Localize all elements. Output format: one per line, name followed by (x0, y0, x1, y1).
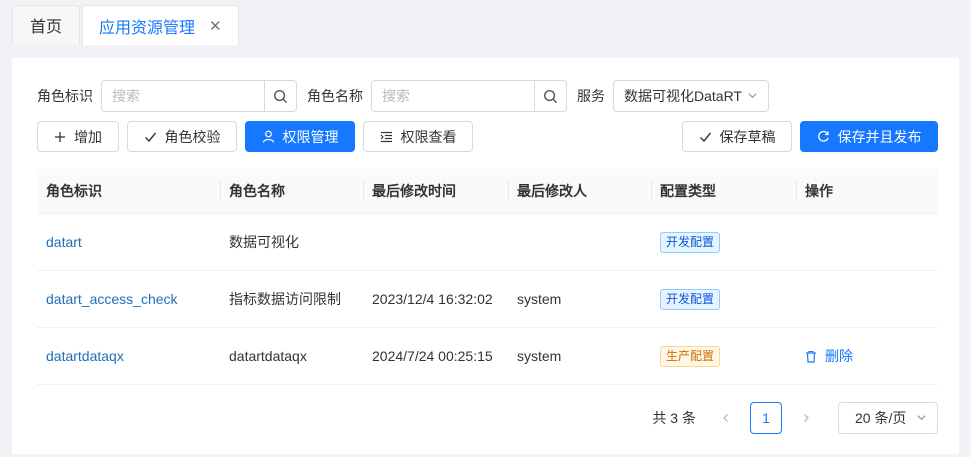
chevron-right-icon (804, 414, 809, 422)
tab-app-resource[interactable]: 应用资源管理 ✕ (82, 5, 239, 45)
col-role-id: 角色标识 (46, 183, 102, 199)
table-row: datartdataqx datartdataqx 2024/7/24 00:2… (37, 328, 938, 385)
save-publish-button[interactable]: 保存并且发布 (800, 121, 938, 152)
table-header: 角色标识 角色名称 最后修改时间 最后修改人 配置类型 操作 (37, 169, 938, 214)
col-config-type: 配置类型 (651, 179, 796, 201)
check-icon (144, 131, 157, 143)
page-size-select[interactable]: 20 条/页 (838, 402, 938, 434)
permission-manage-label: 权限管理 (282, 128, 339, 145)
permission-view-button[interactable]: 权限查看 (363, 121, 473, 152)
col-modified-time: 最后修改时间 (363, 179, 508, 201)
close-icon[interactable]: ✕ (209, 17, 222, 35)
filter-bar: 角色标识 角色名称 服务 数据可视化DataRT (37, 80, 769, 112)
table-row: datart 数据可视化 开发配置 (37, 214, 938, 271)
trash-icon (805, 350, 817, 363)
config-type-tag: 生产配置 (660, 345, 721, 367)
pagination: 共 3 条 1 20 条/页 (652, 402, 938, 434)
tab-app-resource-label: 应用资源管理 (99, 19, 196, 37)
permission-manage-button[interactable]: 权限管理 (245, 121, 355, 152)
check-icon (699, 131, 712, 143)
role-name-search-input[interactable] (372, 81, 534, 111)
role-id-label: 角色标识 (37, 88, 93, 104)
add-button[interactable]: 增加 (37, 121, 119, 152)
role-name-cell: datartdataqx (229, 348, 307, 364)
role-name-search (371, 80, 567, 112)
role-id-link[interactable]: datartdataqx (46, 348, 124, 364)
next-page-button[interactable] (790, 402, 822, 434)
roles-table: 角色标识 角色名称 最后修改时间 最后修改人 配置类型 操作 datart 数据… (37, 169, 938, 385)
save-draft-label: 保存草稿 (719, 128, 776, 145)
add-button-label: 增加 (74, 128, 102, 145)
role-name-cell: 指标数据访问限制 (229, 291, 341, 307)
role-check-button[interactable]: 角色校验 (127, 121, 237, 152)
config-type-tag: 开发配置 (660, 231, 721, 253)
search-icon[interactable] (534, 81, 566, 111)
chevron-left-icon (723, 414, 728, 422)
toolbar-left: 增加 角色校验 权限管理 权限查看 (37, 121, 481, 152)
table-row: datart_access_check 指标数据访问限制 2023/12/4 1… (37, 271, 938, 328)
modified-by-cell: system (517, 348, 562, 364)
chevron-down-icon (747, 88, 758, 104)
permission-view-label: 权限查看 (400, 128, 457, 145)
role-id-search (101, 80, 297, 112)
role-name-label: 角色名称 (307, 88, 363, 104)
col-role-name: 角色名称 (220, 179, 363, 201)
service-select[interactable]: 数据可视化DataRT (613, 80, 769, 112)
service-select-value: 数据可视化DataRT (624, 88, 742, 104)
modified-time-cell: 2024/7/24 00:25:15 (372, 348, 493, 364)
chevron-down-icon (916, 410, 927, 426)
role-name-cell: 数据可视化 (229, 234, 299, 250)
user-icon (262, 130, 275, 143)
page-number-button[interactable]: 1 (750, 402, 782, 434)
col-actions: 操作 (796, 179, 938, 201)
sync-icon (817, 130, 830, 143)
delete-button[interactable]: 删除 (805, 346, 853, 366)
role-id-search-input[interactable] (102, 81, 264, 111)
main-panel: 角色标识 角色名称 服务 数据可视化DataRT 增加 (12, 58, 959, 454)
save-draft-button[interactable]: 保存草稿 (682, 121, 792, 152)
list-indent-icon (380, 131, 393, 143)
total-count: 共 3 条 (652, 410, 696, 426)
page-size-value: 20 条/页 (855, 410, 907, 426)
toolbar-right: 保存草稿 保存并且发布 (674, 121, 938, 152)
role-id-link[interactable]: datart_access_check (46, 291, 178, 307)
tab-home[interactable]: 首页 (12, 5, 80, 44)
tab-bar: 首页 应用资源管理 ✕ (0, 0, 971, 45)
modified-time-cell: 2023/12/4 16:32:02 (372, 291, 493, 307)
search-icon[interactable] (264, 81, 296, 111)
plus-icon (54, 131, 66, 143)
save-publish-label: 保存并且发布 (837, 128, 922, 145)
modified-by-cell: system (517, 291, 562, 307)
col-modified-by: 最后修改人 (508, 179, 651, 201)
service-label: 服务 (577, 88, 605, 104)
role-id-link[interactable]: datart (46, 234, 82, 250)
delete-label: 删除 (825, 348, 853, 364)
role-check-label: 角色校验 (164, 128, 221, 145)
config-type-tag: 开发配置 (660, 288, 721, 310)
tab-home-label: 首页 (29, 19, 62, 36)
prev-page-button[interactable] (710, 402, 742, 434)
